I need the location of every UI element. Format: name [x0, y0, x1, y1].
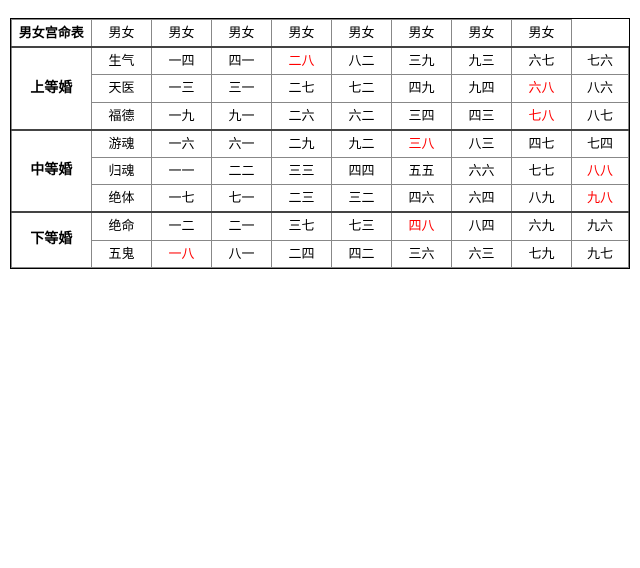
- cell-0-1-4: 四九: [392, 75, 452, 102]
- cell-1-0-6: 四七: [512, 130, 572, 158]
- table-row: 五鬼一八八一二四四二三六六三七九九七: [12, 240, 629, 267]
- sub-label-0-2: 福德: [92, 102, 152, 130]
- cell-2-0-4: 四八: [392, 212, 452, 240]
- table-row: 归魂一一二二三三四四五五六六七七八八: [12, 157, 629, 184]
- group-label-0: 上等婚: [12, 47, 92, 130]
- cell-0-2-0: 一九: [152, 102, 212, 130]
- cell-1-2-6: 八九: [512, 185, 572, 213]
- table-row: 中等婚游魂一六六一二九九二三八八三四七七四: [12, 130, 629, 158]
- cell-0-1-0: 一三: [152, 75, 212, 102]
- cell-0-1-5: 九四: [452, 75, 512, 102]
- cell-1-0-2: 二九: [272, 130, 332, 158]
- col-header-8: 男女: [512, 20, 572, 48]
- cell-2-0-6: 六九: [512, 212, 572, 240]
- table-row: 下等婚绝命一二二一三七七三四八八四六九九六: [12, 212, 629, 240]
- table-row: 天医一三三一二七七二四九九四六八八六: [12, 75, 629, 102]
- cell-0-0-1: 四一: [212, 47, 272, 75]
- cell-1-1-2: 三三: [272, 157, 332, 184]
- cell-0-2-4: 三四: [392, 102, 452, 130]
- cell-2-1-4: 三六: [392, 240, 452, 267]
- cell-1-1-3: 四四: [332, 157, 392, 184]
- sub-label-0-1: 天医: [92, 75, 152, 102]
- col-header-1: 男女: [92, 20, 152, 48]
- cell-0-2-1: 九一: [212, 102, 272, 130]
- sub-label-1-0: 游魂: [92, 130, 152, 158]
- cell-1-0-5: 八三: [452, 130, 512, 158]
- cell-1-0-7: 七四: [572, 130, 629, 158]
- col-header-5: 男女: [332, 20, 392, 48]
- table-corner: 男女宫命表: [12, 20, 92, 48]
- cell-1-2-4: 四六: [392, 185, 452, 213]
- cell-1-1-7: 八八: [572, 157, 629, 184]
- cell-2-0-3: 七三: [332, 212, 392, 240]
- table-row: 上等婚生气一四四一二八八二三九九三六七七六: [12, 47, 629, 75]
- cell-1-2-1: 七一: [212, 185, 272, 213]
- cell-1-1-6: 七七: [512, 157, 572, 184]
- cell-1-0-3: 九二: [332, 130, 392, 158]
- cell-0-0-0: 一四: [152, 47, 212, 75]
- cell-0-1-6: 六八: [512, 75, 572, 102]
- cell-2-1-0: 一八: [152, 240, 212, 267]
- cell-2-0-7: 九六: [572, 212, 629, 240]
- cell-0-2-3: 六二: [332, 102, 392, 130]
- cell-0-2-2: 二六: [272, 102, 332, 130]
- sub-label-2-1: 五鬼: [92, 240, 152, 267]
- cell-0-0-4: 三九: [392, 47, 452, 75]
- cell-0-2-5: 四三: [452, 102, 512, 130]
- cell-0-0-7: 七六: [572, 47, 629, 75]
- sub-label-1-1: 归魂: [92, 157, 152, 184]
- cell-1-1-5: 六六: [452, 157, 512, 184]
- cell-2-0-1: 二一: [212, 212, 272, 240]
- cell-1-0-1: 六一: [212, 130, 272, 158]
- cell-0-1-2: 二七: [272, 75, 332, 102]
- cell-2-0-5: 八四: [452, 212, 512, 240]
- group-label-2: 下等婚: [12, 212, 92, 267]
- cell-0-2-6: 七八: [512, 102, 572, 130]
- cell-0-0-2: 二八: [272, 47, 332, 75]
- cell-1-2-0: 一七: [152, 185, 212, 213]
- cell-2-0-0: 一二: [152, 212, 212, 240]
- cell-2-1-3: 四二: [332, 240, 392, 267]
- sub-label-0-0: 生气: [92, 47, 152, 75]
- cell-2-1-5: 六三: [452, 240, 512, 267]
- table-row: 绝体一七七一二三三二四六六四八九九八: [12, 185, 629, 213]
- cell-2-1-6: 七九: [512, 240, 572, 267]
- table-row: 福德一九九一二六六二三四四三七八八七: [12, 102, 629, 130]
- col-header-7: 男女: [452, 20, 512, 48]
- cell-2-1-2: 二四: [272, 240, 332, 267]
- main-table-wrapper: 男女宫命表男女男女男女男女男女男女男女男女上等婚生气一四四一二八八二三九九三六七…: [10, 18, 630, 269]
- cell-1-2-7: 九八: [572, 185, 629, 213]
- col-header-2: 男女: [152, 20, 212, 48]
- cell-1-0-4: 三八: [392, 130, 452, 158]
- cell-0-1-3: 七二: [332, 75, 392, 102]
- col-header-6: 男女: [392, 20, 452, 48]
- cell-2-0-2: 三七: [272, 212, 332, 240]
- col-header-4: 男女: [272, 20, 332, 48]
- sub-label-2-0: 绝命: [92, 212, 152, 240]
- marriage-table: 男女宫命表男女男女男女男女男女男女男女男女上等婚生气一四四一二八八二三九九三六七…: [11, 19, 629, 268]
- group-label-1: 中等婚: [12, 130, 92, 213]
- cell-0-1-1: 三一: [212, 75, 272, 102]
- cell-1-2-2: 二三: [272, 185, 332, 213]
- cell-1-0-0: 一六: [152, 130, 212, 158]
- col-header-3: 男女: [212, 20, 272, 48]
- cell-0-0-6: 六七: [512, 47, 572, 75]
- cell-1-1-0: 一一: [152, 157, 212, 184]
- cell-0-0-5: 九三: [452, 47, 512, 75]
- cell-1-2-5: 六四: [452, 185, 512, 213]
- sub-label-1-2: 绝体: [92, 185, 152, 213]
- cell-1-1-4: 五五: [392, 157, 452, 184]
- cell-0-0-3: 八二: [332, 47, 392, 75]
- cell-2-1-7: 九七: [572, 240, 629, 267]
- cell-0-2-7: 八七: [572, 102, 629, 130]
- cell-1-2-3: 三二: [332, 185, 392, 213]
- cell-2-1-1: 八一: [212, 240, 272, 267]
- cell-0-1-7: 八六: [572, 75, 629, 102]
- cell-1-1-1: 二二: [212, 157, 272, 184]
